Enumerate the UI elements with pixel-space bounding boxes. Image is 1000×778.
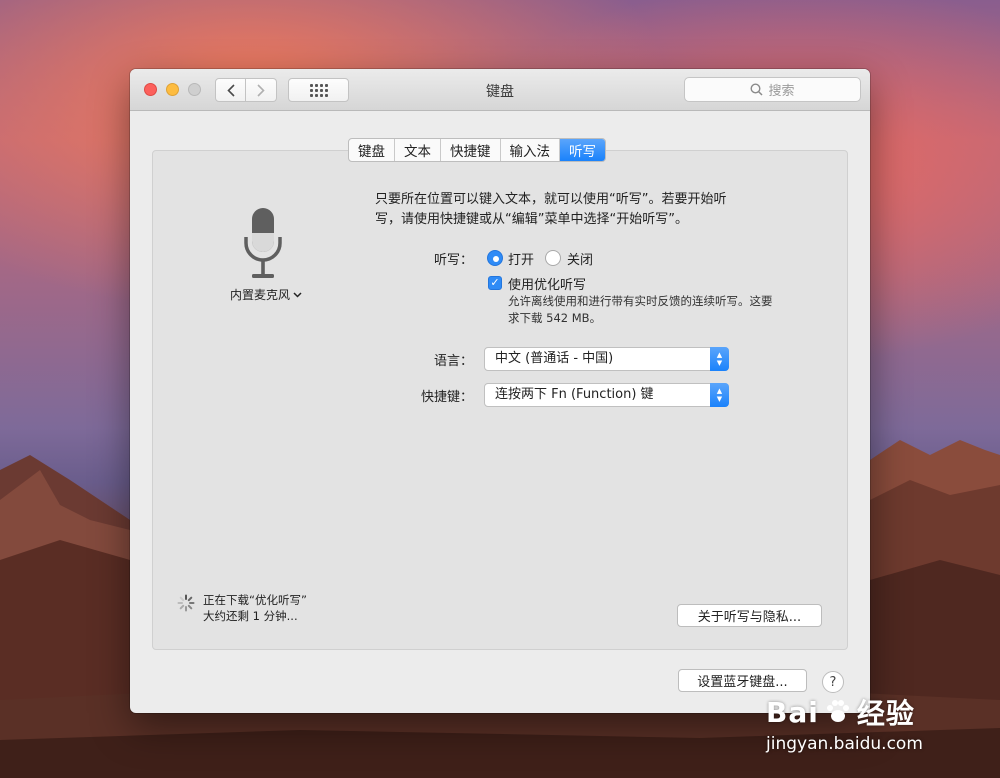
- tab-keyboard[interactable]: 键盘: [349, 139, 395, 161]
- tab-shortcuts[interactable]: 快捷键: [441, 139, 501, 161]
- updown-arrows-icon: ▲ ▼: [710, 383, 729, 407]
- loading-spinner-icon: [177, 594, 195, 612]
- shortcut-label: 快捷键：: [420, 390, 473, 405]
- tab-input-sources[interactable]: 输入法: [501, 139, 560, 161]
- download-status-line-2: 大约还剩 1 分钟...: [203, 609, 298, 623]
- tab-text[interactable]: 文本: [395, 139, 441, 161]
- download-status: 正在下载“优化听写” 大约还剩 1 分钟...: [203, 592, 307, 624]
- watermark-brand: Bai: [766, 695, 819, 729]
- chevron-down-icon: [293, 291, 302, 298]
- about-dictation-privacy-button[interactable]: 关于听写与隐私...: [677, 604, 822, 627]
- watermark-brand-suffix: 经验: [856, 697, 915, 730]
- microphone-icon: [244, 208, 282, 278]
- baidu-watermark: Bai 经验 jingyan.baidu.com: [766, 692, 923, 755]
- enhanced-dictation-note: 允许离线使用和进行带有实时反馈的连续听写。这要 求下载 542 MB。: [508, 293, 773, 327]
- search-placeholder: 搜索: [768, 84, 795, 99]
- download-status-line-1: 正在下载“优化听写”: [203, 593, 307, 607]
- updown-arrows-icon: ▲ ▼: [710, 347, 729, 371]
- dictation-on-label: 打开: [508, 253, 535, 268]
- enhanced-note-line-1: 允许离线使用和进行带有实时反馈的连续听写。这要: [508, 294, 773, 308]
- description-line-2: 写，请使用快捷键或从“编辑”菜单中选择“开始听写”。: [375, 212, 688, 227]
- dictation-on-radio[interactable]: [487, 250, 503, 266]
- shortcut-select[interactable]: 连按两下 Fn (Function) 键 ▲ ▼: [484, 383, 729, 407]
- paw-icon: [826, 700, 849, 722]
- dictation-description: 只要所在位置可以键入文本，就可以使用“听写”。若要开始听 写，请使用快捷键或从“…: [375, 190, 785, 230]
- enhanced-note-line-2: 求下载 542 MB。: [508, 311, 602, 325]
- dictation-off-label: 关闭: [567, 253, 594, 268]
- title-bar: 键盘 搜索: [130, 69, 870, 111]
- tab-dictation[interactable]: 听写: [560, 139, 605, 161]
- microphone-label: 内置麦克风: [230, 288, 291, 302]
- language-select[interactable]: 中文 (普通话 - 中国) ▲ ▼: [484, 347, 729, 371]
- dictation-off-radio[interactable]: [545, 250, 561, 266]
- keyboard-preferences-window: 键盘 搜索 键盘 文本 快捷键 输入法 听写 内置麦克风 只要所在位置可以键入文…: [130, 69, 870, 713]
- shortcut-value: 连按两下 Fn (Function) 键: [495, 387, 654, 402]
- tab-bar: 键盘 文本 快捷键 输入法 听写: [348, 138, 606, 162]
- microphone-selector[interactable]: 内置麦克风: [230, 286, 302, 303]
- search-icon: [750, 83, 764, 96]
- description-line-1: 只要所在位置可以键入文本，就可以使用“听写”。若要开始听: [375, 192, 727, 207]
- language-label: 语言：: [433, 354, 473, 369]
- search-field[interactable]: 搜索: [684, 77, 861, 102]
- enhanced-dictation-label: 使用优化听写: [508, 278, 587, 293]
- setup-bluetooth-keyboard-button[interactable]: 设置蓝牙键盘...: [678, 669, 807, 692]
- dictation-label: 听写：: [433, 253, 473, 268]
- watermark-url: jingyan.baidu.com: [766, 734, 923, 754]
- enhanced-dictation-checkbox[interactable]: ✓: [488, 276, 502, 290]
- language-value: 中文 (普通话 - 中国): [495, 351, 614, 366]
- help-button[interactable]: ?: [822, 671, 844, 693]
